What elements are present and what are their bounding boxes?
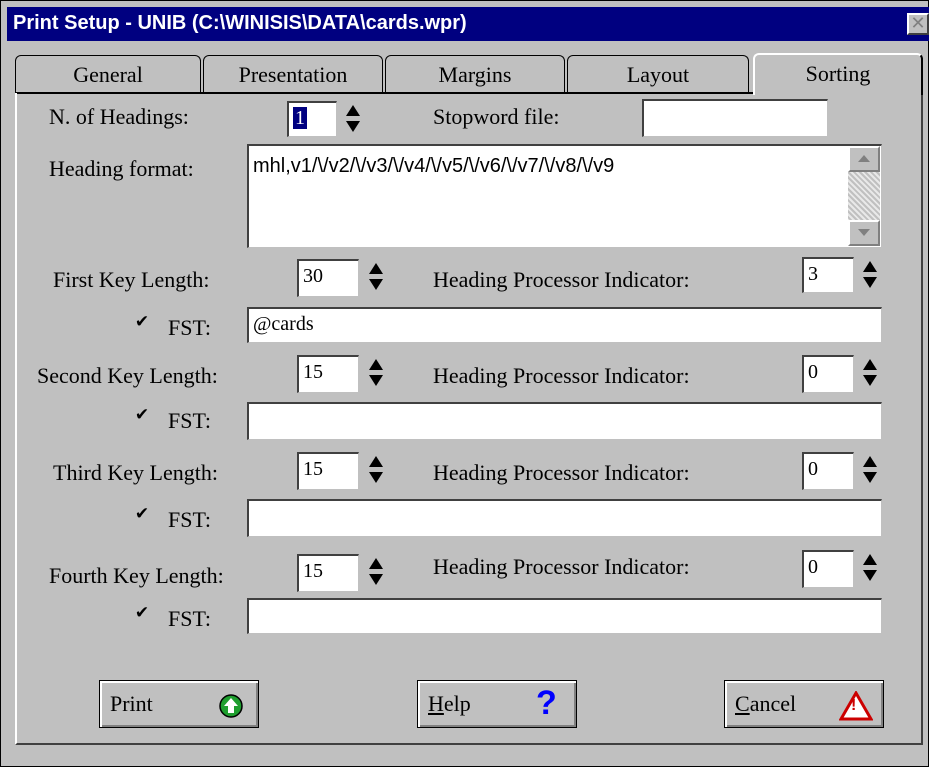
tab-general[interactable]: General [15, 55, 201, 93]
headings-label: N. of Headings: [49, 104, 189, 129]
second-key-fst-label: FST: [168, 408, 211, 433]
third-key-length-input[interactable]: 15 [297, 452, 359, 490]
third-key-hpi-label: Heading Processor Indicator: [433, 460, 690, 485]
headings-value: 1 [293, 107, 307, 129]
first-key-hpi-input[interactable]: 3 [802, 257, 854, 293]
tab-layout-label: Layout [626, 62, 690, 87]
first-key-hpi-label: Heading Processor Indicator: [433, 267, 690, 292]
question-icon: ? [536, 684, 557, 722]
heading-format-scrollbar[interactable] [848, 146, 880, 246]
third-key-hpi-spinner[interactable] [861, 452, 879, 488]
fourth-key-length-spinner[interactable] [367, 554, 385, 590]
cancel-button-rest: ancel [749, 691, 797, 716]
fourth-key-hpi-label: Heading Processor Indicator: [433, 554, 690, 579]
second-key-length-label: Second Key Length: [37, 363, 218, 388]
help-button-mnemonic: H [428, 691, 444, 716]
tab-sorting-label: Sorting [805, 61, 871, 86]
first-key-length-label: First Key Length: [53, 267, 210, 292]
third-key-fst-label: FST: [168, 507, 211, 532]
green-arrow-up-icon [219, 694, 243, 718]
print-button[interactable]: Print [99, 680, 259, 728]
print-setup-dialog: Print Setup - UNIB (C:\WINISIS\DATA\card… [0, 0, 929, 767]
second-key-hpi-label: Heading Processor Indicator: [433, 363, 690, 388]
cancel-button[interactable]: Cancel ! [724, 680, 884, 728]
first-key-fst-input[interactable]: @cards [247, 307, 882, 343]
heading-format-textarea[interactable]: mhl,v1/\/v2/\/v3/\/v4/\/v5/\/v6/\/v7/\/v… [247, 144, 882, 248]
print-button-label: Print [110, 691, 153, 716]
title-bar: Print Setup - UNIB (C:\WINISIS\DATA\card… [7, 7, 929, 41]
cancel-button-mnemonic: C [735, 691, 750, 716]
fourth-key-fst-label: FST: [168, 606, 211, 631]
tab-presentation-label: Presentation [238, 62, 348, 87]
third-key-fst-checkbox[interactable]: ✔ [133, 506, 151, 524]
second-key-length-input[interactable]: 15 [297, 355, 359, 393]
tab-general-label: General [73, 62, 143, 87]
third-key-fst-input[interactable] [247, 499, 882, 537]
stopword-input[interactable] [642, 99, 828, 137]
second-key-hpi-input[interactable]: 0 [802, 355, 854, 393]
tab-margins-label: Margins [438, 62, 512, 87]
first-key-fst-label: FST: [168, 315, 211, 340]
fourth-key-length-label: Fourth Key Length: [49, 563, 224, 588]
heading-format-value: mhl,v1/\/v2/\/v3/\/v4/\/v5/\/v6/\/v7/\/v… [253, 155, 615, 177]
tab-layout[interactable]: Layout [567, 55, 749, 93]
second-key-fst-input[interactable] [247, 402, 882, 440]
cancel-button-label: Cancel [735, 691, 796, 717]
first-key-hpi-spinner[interactable] [861, 257, 879, 293]
third-key-length-spinner[interactable] [367, 452, 385, 488]
second-key-length-spinner[interactable] [367, 355, 385, 391]
window-title: Print Setup - UNIB (C:\WINISIS\DATA\card… [13, 12, 467, 34]
fourth-key-fst-checkbox[interactable]: ✔ [133, 605, 151, 623]
headings-spinner[interactable] [344, 101, 362, 137]
help-button-label: Help [428, 691, 471, 717]
heading-format-label: Heading format: [49, 156, 194, 181]
scroll-up-icon[interactable] [848, 146, 880, 172]
help-button[interactable]: Help ? [417, 680, 577, 728]
first-key-length-spinner[interactable] [367, 259, 385, 295]
warning-icon-mark: ! [851, 697, 857, 714]
first-key-length-input[interactable]: 30 [297, 259, 359, 297]
fourth-key-fst-input[interactable] [247, 598, 882, 634]
stopword-label: Stopword file: [433, 104, 560, 129]
tab-sorting[interactable]: Sorting [753, 53, 923, 95]
third-key-length-label: Third Key Length: [53, 460, 218, 485]
tab-margins[interactable]: Margins [385, 55, 565, 93]
help-button-rest: elp [443, 691, 471, 716]
first-key-fst-checkbox[interactable]: ✔ [133, 314, 151, 332]
close-icon[interactable]: ✕ [907, 13, 929, 35]
fourth-key-hpi-input[interactable]: 0 [802, 550, 854, 588]
third-key-hpi-input[interactable]: 0 [802, 452, 854, 490]
scroll-down-icon[interactable] [848, 220, 880, 246]
fourth-key-hpi-spinner[interactable] [861, 550, 879, 586]
headings-input[interactable]: 1 [287, 101, 337, 137]
tab-presentation[interactable]: Presentation [203, 55, 383, 93]
scroll-track[interactable] [848, 172, 880, 224]
second-key-fst-checkbox[interactable]: ✔ [133, 407, 151, 425]
second-key-hpi-spinner[interactable] [861, 355, 879, 391]
fourth-key-length-input[interactable]: 15 [297, 554, 359, 592]
